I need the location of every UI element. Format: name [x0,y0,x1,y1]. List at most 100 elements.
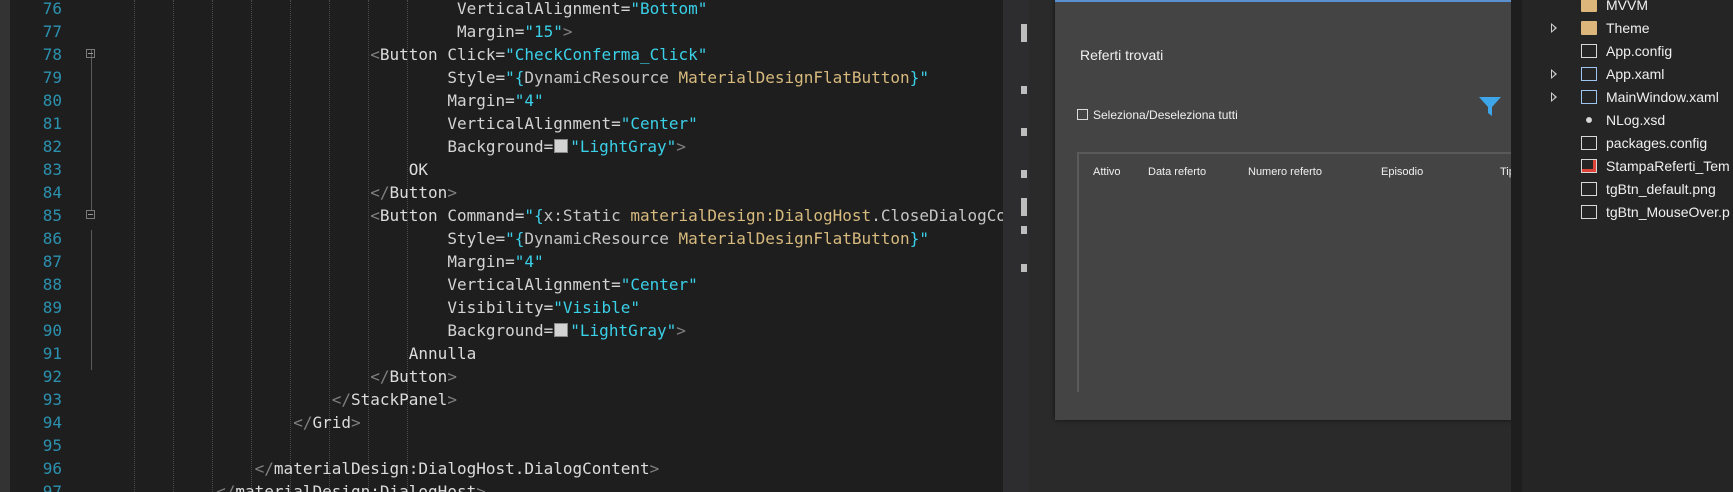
dialog-title: Referti trovati [1080,47,1164,63]
line-number: 86 [42,229,62,248]
code-text: <Button Click="CheckConferma_Click" [62,45,708,64]
code-line[interactable]: 87 Margin="4" [0,250,1003,273]
column-header[interactable]: Numero referto [1248,166,1322,178]
folder-icon [1581,0,1597,12]
xaml-designer[interactable]: Referti trovati Seleziona/Deseleziona tu… [1029,0,1511,492]
solution-item-label: Theme [1606,20,1650,36]
code-text: VerticalAlignment="Center" [62,114,698,133]
color-swatch-icon [554,139,569,153]
filter-icon[interactable] [1478,96,1502,118]
code-text: VerticalAlignment="Bottom" [62,0,708,18]
line-number: 92 [42,367,62,386]
code-line[interactable]: 82 Background= "LightGray"> [0,135,1003,158]
code-line[interactable]: 94 </Grid> [0,411,1003,434]
designer-splitter[interactable] [1003,0,1029,492]
solution-item-label: App.xaml [1606,66,1665,82]
code-line[interactable]: 83 OK [0,158,1003,181]
results-data-grid[interactable]: Attivo Data referto Numero referto Episo… [1077,152,1511,392]
code-line[interactable]: 76 VerticalAlignment="Bottom" [0,0,1003,20]
code-text: Margin="4" [62,252,544,271]
solution-item[interactable]: packages.config [1522,132,1733,155]
line-number: 79 [42,68,62,87]
line-number: 77 [42,22,62,41]
line-number: 90 [42,321,62,340]
solution-item[interactable]: tgBtn_default.png [1522,178,1733,201]
line-number: 76 [42,0,62,18]
solution-item-label: MainWindow.xaml [1606,89,1719,105]
splitter-grip [1021,264,1027,272]
column-header[interactable]: Episodio [1381,166,1423,178]
solution-item[interactable]: App.xaml [1522,63,1733,86]
code-text: </StackPanel> [62,390,457,409]
panel-divider[interactable] [1511,0,1522,492]
line-number: 80 [42,91,62,110]
code-line[interactable]: 79 Style="{DynamicResource MaterialDesig… [0,66,1003,89]
column-header[interactable]: Data referto [1148,166,1206,178]
code-text: Margin="4" [62,91,544,110]
solution-item-label: MVVM [1606,0,1648,13]
line-number: 93 [42,390,62,409]
solution-item[interactable]: StampaReferti_Tem [1522,155,1733,178]
code-line[interactable]: 91 Annulla [0,342,1003,365]
image-file-icon [1581,205,1597,219]
splitter-grip [1021,128,1027,136]
image-file-icon [1581,182,1597,196]
code-line[interactable]: 90 Background= "LightGray"> [0,319,1003,342]
code-text: <Button Command="{x:Static materialDesig… [62,206,1003,225]
splitter-grip [1021,198,1027,216]
code-line[interactable]: 77 Margin="15"> [0,20,1003,43]
code-line[interactable]: 86 Style="{DynamicResource MaterialDesig… [0,227,1003,250]
solution-item[interactable]: NLog.xsd [1522,109,1733,132]
expand-arrow-icon[interactable] [1551,69,1557,79]
code-line[interactable]: 78 <Button Click="CheckConferma_Click" [0,43,1003,66]
column-header[interactable]: Attivo [1093,166,1121,178]
column-header[interactable]: Tip [1500,166,1511,178]
code-text: </Button> [62,367,457,386]
config-file-icon [1581,136,1597,150]
solution-item[interactable]: App.config [1522,40,1733,63]
line-number: 81 [42,114,62,133]
expand-arrow-icon[interactable] [1551,92,1557,102]
solution-item[interactable]: MainWindow.xaml [1522,86,1733,109]
code-line[interactable]: 89 Visibility="Visible" [0,296,1003,319]
code-text: Visibility="Visible" [62,298,640,317]
code-text: Style="{DynamicResource MaterialDesignFl… [62,229,929,248]
solution-item[interactable]: Theme [1522,17,1733,40]
code-line[interactable]: 88 VerticalAlignment="Center" [0,273,1003,296]
xaml-file-icon [1581,67,1597,81]
code-line[interactable]: 84 </Button> [0,181,1003,204]
splitter-grip [1021,24,1027,42]
line-number: 89 [42,298,62,317]
code-text: Annulla [62,344,477,363]
code-text: Background= "LightGray"> [62,137,686,156]
splitter-grip [1021,170,1027,178]
code-line[interactable]: 97 </materialDesign:DialogHost> [0,480,1003,492]
code-editor[interactable]: 76 VerticalAlignment="Bottom" 77 Margin="… [0,0,1003,492]
solution-item-label: packages.config [1606,135,1708,151]
line-number: 87 [42,252,62,271]
code-text: </Grid> [62,413,361,432]
solution-item[interactable]: tgBtn_MouseOver.p [1522,201,1733,224]
solution-explorer[interactable]: MVVM Theme App.config App.xaml MainWindow.xa… [1522,0,1733,492]
select-all-checkbox[interactable] [1077,109,1088,120]
code-line[interactable]: 93 </StackPanel> [0,388,1003,411]
config-file-icon [1581,44,1597,58]
line-number: 82 [42,137,62,156]
select-all-label: Seleziona/Deseleziona tutti [1093,108,1238,122]
dialog-preview[interactable]: Referti trovati Seleziona/Deseleziona tu… [1055,0,1511,420]
expand-arrow-icon[interactable] [1551,23,1557,33]
code-line[interactable]: 96 </materialDesign:DialogHost.DialogCon… [0,457,1003,480]
code-text: Style="{DynamicResource MaterialDesignFl… [62,68,929,87]
line-number: 84 [42,183,62,202]
line-number: 91 [42,344,62,363]
code-line[interactable]: 85 <Button Command="{x:Static materialDe… [0,204,1003,227]
schema-file-icon [1581,113,1597,127]
color-swatch-icon [554,323,569,337]
code-line[interactable]: 81 VerticalAlignment="Center" [0,112,1003,135]
solution-item[interactable]: MVVM [1522,0,1733,17]
code-line[interactable]: 95 [0,434,1003,457]
folder-icon [1581,21,1597,35]
solution-item-label: App.config [1606,43,1673,59]
code-line[interactable]: 80 Margin="4" [0,89,1003,112]
code-line[interactable]: 92 </Button> [0,365,1003,388]
